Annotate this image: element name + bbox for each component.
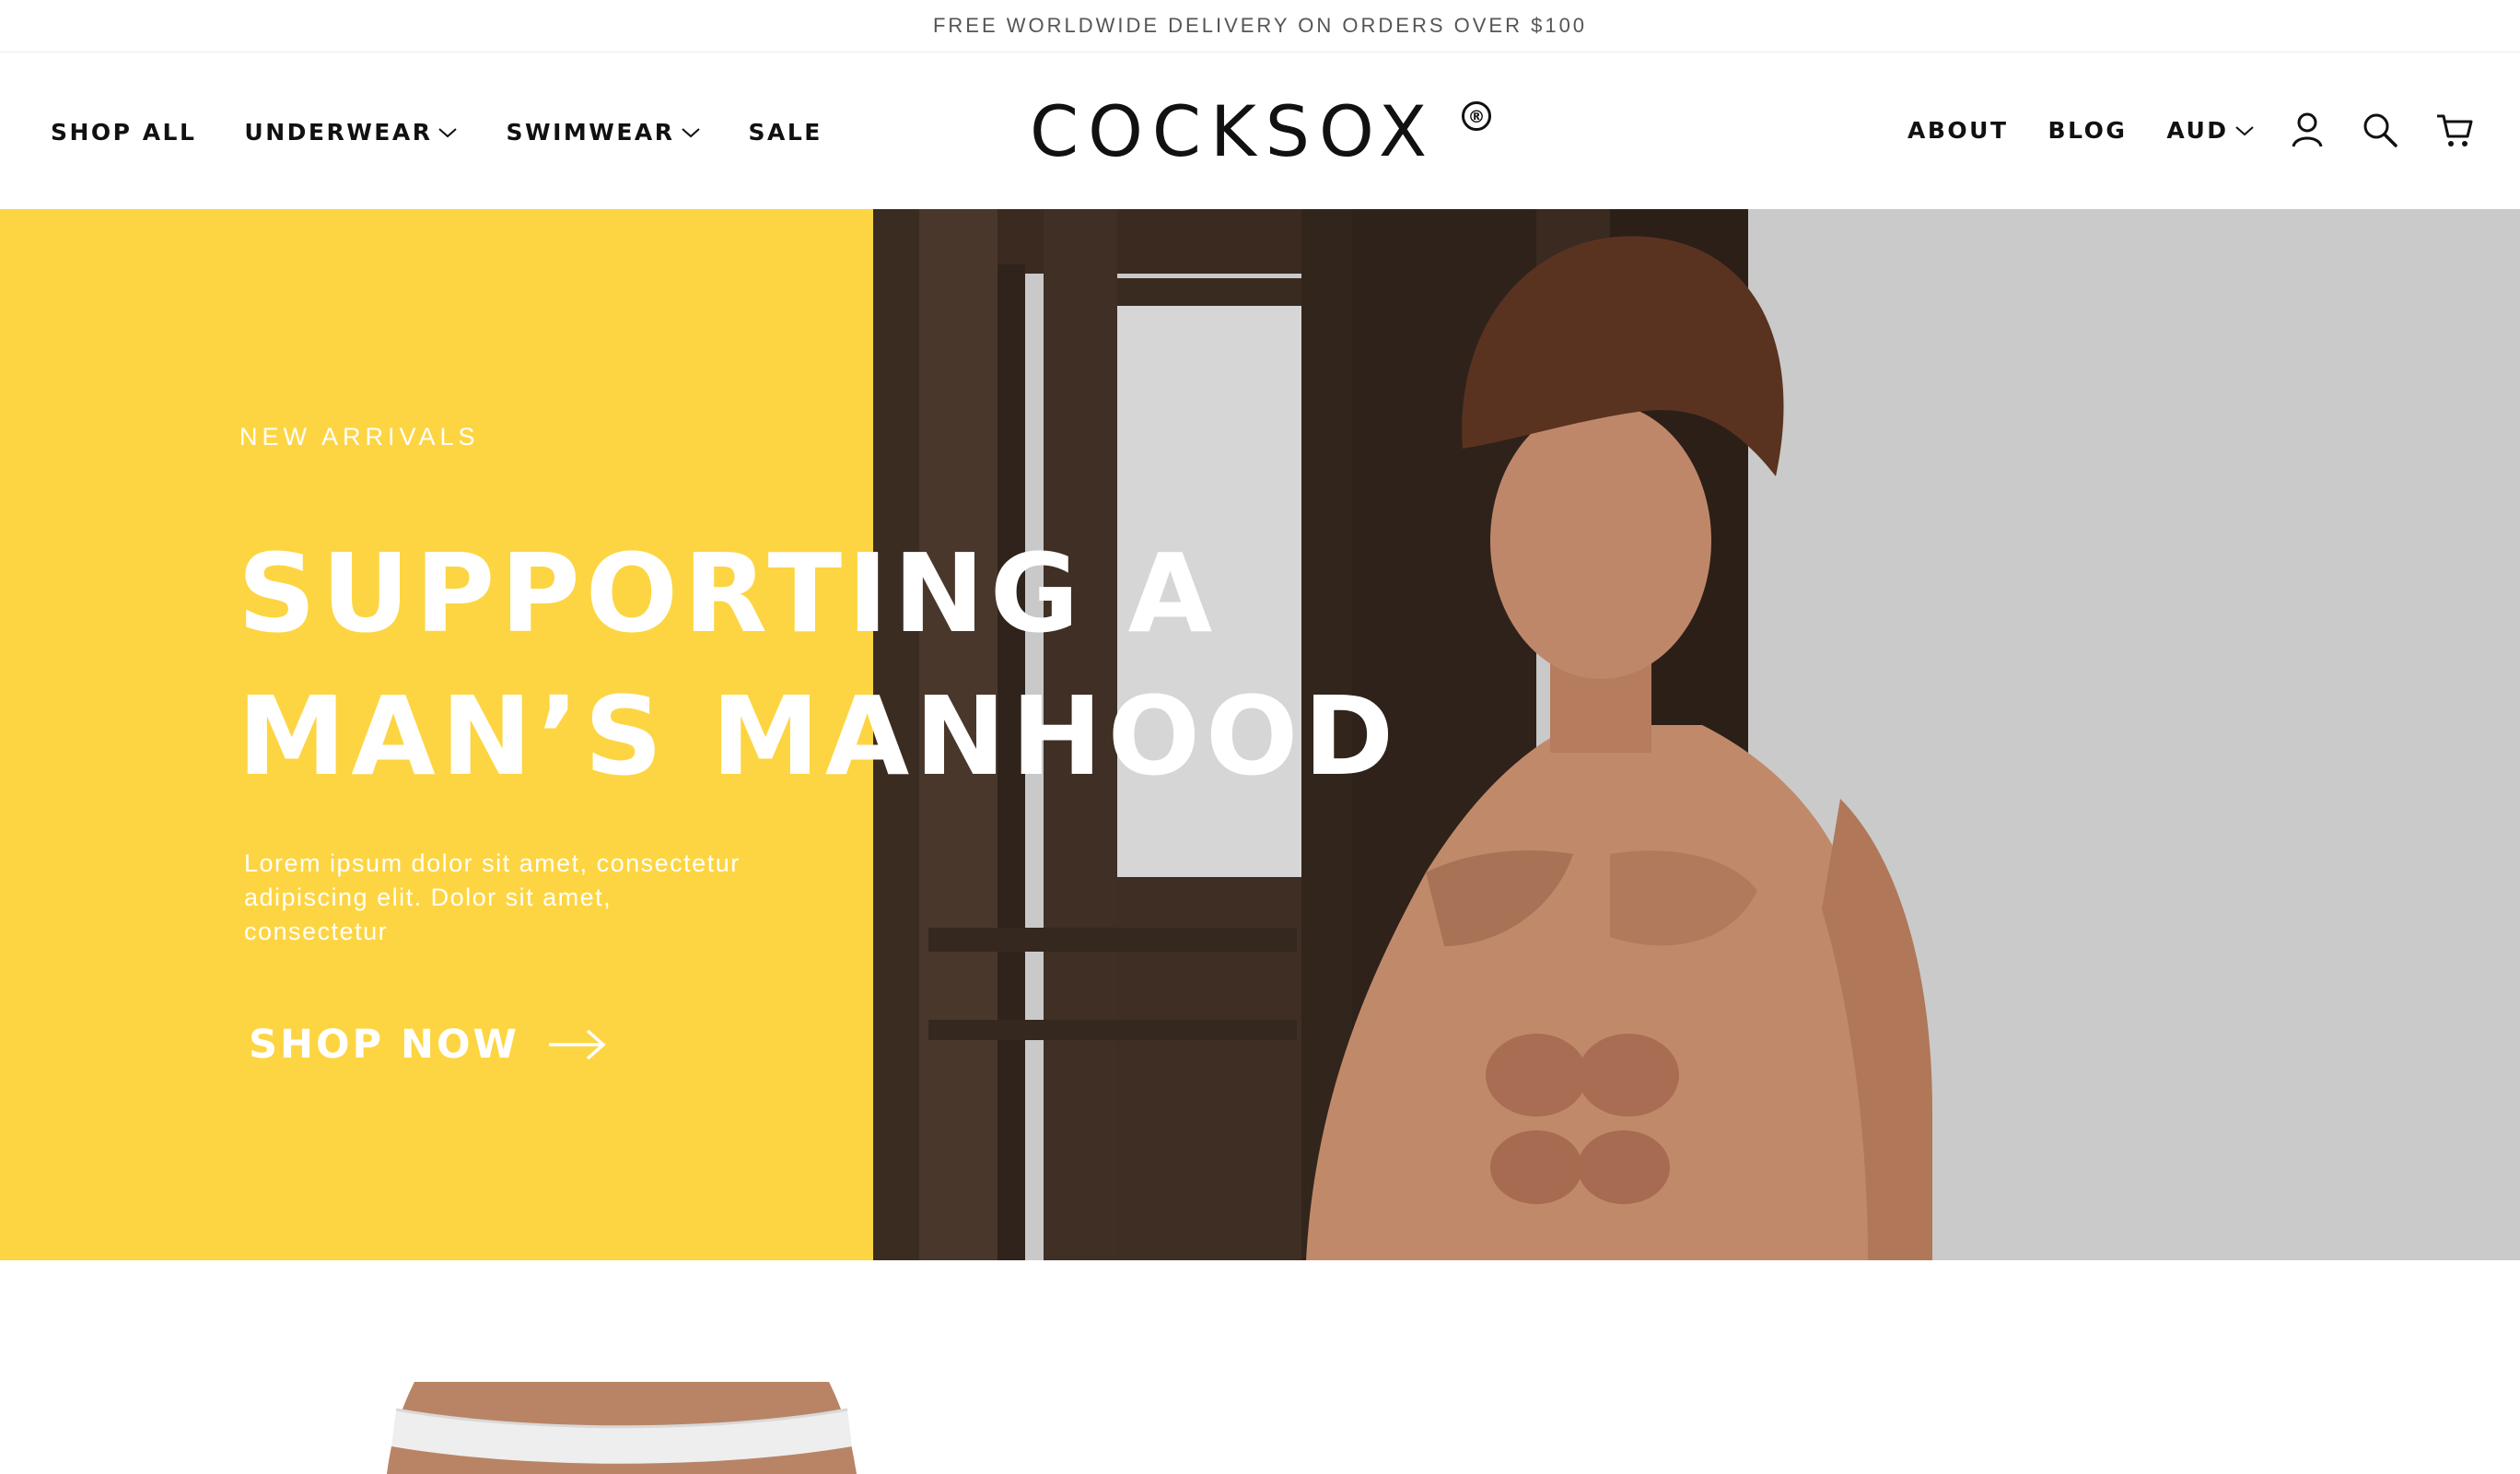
hero-headline-line2: MAN’S MANHOOD — [238, 673, 1400, 800]
hero-eyebrow: NEW ARRIVALS — [239, 423, 480, 450]
primary-nav: SHOP ALL UNDERWEAR SWIMWEAR SALE — [51, 119, 870, 146]
announcement-text: FREE WORLDWIDE DELIVERY ON ORDERS OVER $… — [932, 14, 1588, 37]
user-icon[interactable] — [2287, 110, 2328, 150]
nav-swimwear[interactable]: SWIMWEAR — [506, 119, 700, 146]
logo-text: COCKSOX — [1030, 90, 1437, 172]
hero-headline-line1: SUPPORTING A — [238, 530, 1219, 657]
shop-now-button[interactable]: SHOP NOW — [249, 1022, 608, 1068]
hero-grey-panel — [1977, 209, 2520, 1260]
nav-shop-all-label: SHOP ALL — [51, 119, 197, 146]
currency-label: AUD — [2166, 117, 2229, 144]
chevron-down-icon — [438, 127, 458, 137]
nav-shop-all[interactable]: SHOP ALL — [51, 119, 196, 146]
product-image[interactable] — [387, 1382, 857, 1474]
currency-selector[interactable]: AUD — [2166, 117, 2254, 144]
hero-headline: SUPPORTING A MAN’S MANHOOD — [238, 522, 1399, 808]
site-header: SHOP ALL UNDERWEAR SWIMWEAR SALE COCKSOX… — [0, 53, 2520, 209]
registered-trademark-icon: ® — [1462, 101, 1491, 131]
shop-now-label: SHOP NOW — [249, 1022, 519, 1068]
arrow-right-icon — [548, 1029, 606, 1060]
search-icon[interactable] — [2360, 110, 2400, 150]
nav-sale[interactable]: SALE — [749, 119, 822, 146]
chevron-down-icon — [2234, 125, 2254, 135]
nav-underwear[interactable]: UNDERWEAR — [244, 119, 458, 146]
hero-banner: NEW ARRIVALS SUPPORTING A MAN’S MANHOOD … — [0, 209, 2520, 1260]
nav-blog-label: BLOG — [2048, 117, 2128, 144]
hero-description: Lorem ipsum dolor sit amet, consectetur … — [244, 849, 741, 945]
nav-swimwear-label: SWIMWEAR — [506, 119, 675, 146]
cart-icon[interactable] — [2434, 110, 2475, 150]
chevron-down-icon — [681, 127, 700, 137]
secondary-nav: ABOUT BLOG AUD — [1908, 117, 2294, 144]
nav-about-label: ABOUT — [1908, 117, 2009, 144]
brand-logo[interactable]: COCKSOX — [1030, 90, 1436, 172]
nav-underwear-label: UNDERWEAR — [244, 119, 433, 146]
nav-blog[interactable]: BLOG — [2048, 117, 2128, 144]
announcement-bar: FREE WORLDWIDE DELIVERY ON ORDERS OVER $… — [0, 0, 2520, 53]
underwear-product-photo — [387, 1382, 857, 1474]
registered-mark: ® — [1468, 107, 1486, 127]
nav-about[interactable]: ABOUT — [1908, 117, 2009, 144]
nav-sale-label: SALE — [748, 119, 822, 146]
